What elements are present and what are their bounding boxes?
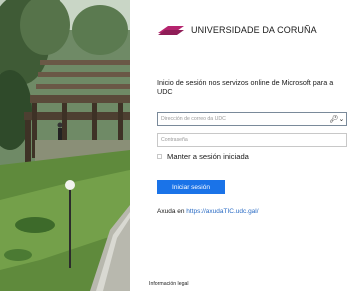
legal-link[interactable]: Información legal	[149, 281, 189, 287]
remember-me[interactable]: Manter a sesión iniciada	[157, 152, 249, 161]
help-text: Axuda en https://axudaTIC.udc.gal/	[157, 208, 259, 215]
udc-logo-icon	[158, 26, 184, 35]
help-link[interactable]: https://axudaTIC.udc.gal/	[186, 208, 258, 215]
login-panel: UNIVERSIDADE DA CORUÑA Inicio de sesión …	[130, 0, 354, 291]
remember-label: Manter a sesión iniciada	[167, 152, 249, 161]
login-heading: Inicio de sesión nos servizos online de …	[157, 78, 334, 96]
password-field[interactable]: Contraseña	[157, 133, 347, 147]
login-page: UNIVERSIDADE DA CORUÑA Inicio de sesión …	[0, 0, 354, 291]
email-placeholder: Dirección de correo da UDC	[161, 116, 226, 122]
email-field[interactable]: Dirección de correo da UDC 🔑︎⌄	[157, 112, 347, 126]
brand: UNIVERSIDADE DA CORUÑA	[157, 24, 317, 36]
brand-name: UNIVERSIDADE DA CORUÑA	[191, 25, 317, 35]
remember-checkbox[interactable]	[157, 154, 162, 159]
campus-photo-image	[0, 0, 130, 291]
password-placeholder: Contraseña	[161, 137, 188, 143]
key-icon[interactable]: 🔑︎⌄	[329, 113, 345, 125]
help-prefix: Axuda en	[157, 208, 187, 215]
signin-button[interactable]: Iniciar sesión	[157, 180, 225, 194]
campus-photo	[0, 0, 130, 291]
